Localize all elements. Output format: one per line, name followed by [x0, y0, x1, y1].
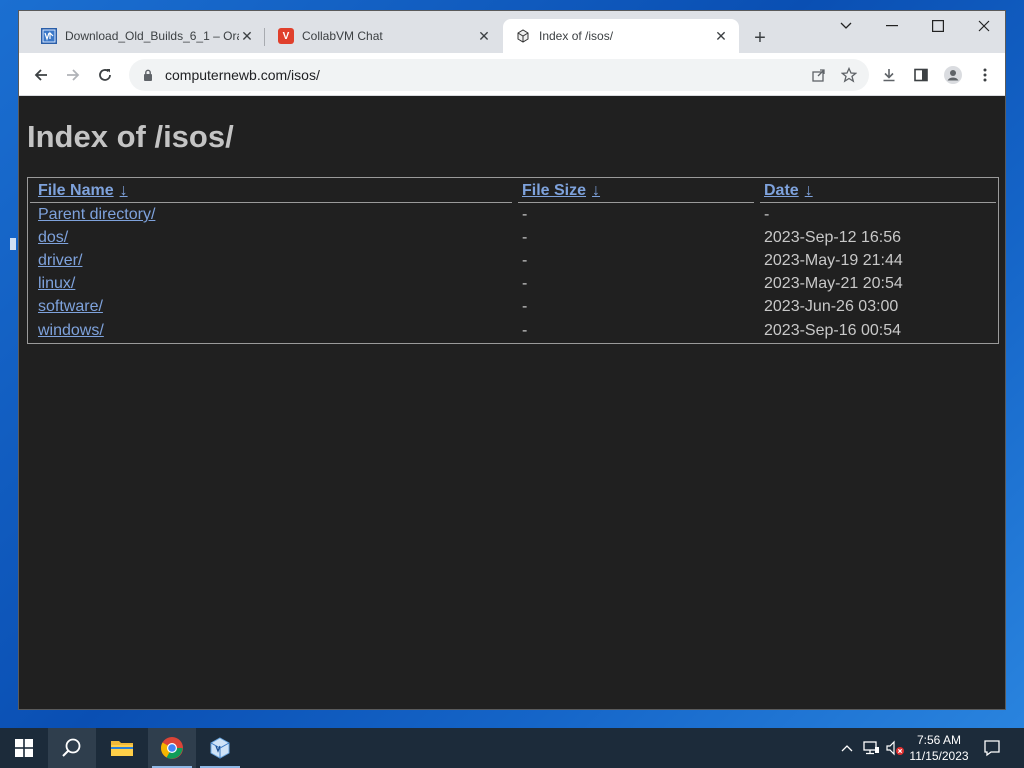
table-row: Parent directory/ - -	[28, 206, 998, 229]
lock-icon[interactable]	[141, 68, 155, 82]
tab-search-button[interactable]	[823, 11, 869, 41]
show-hidden-icons-button[interactable]	[838, 728, 856, 768]
download-icon[interactable]	[877, 63, 901, 87]
desktop-icon-peek	[10, 238, 18, 256]
browser-window: Download_Old_Builds_6_1 – Ora ✕ V Collab…	[18, 10, 1006, 710]
file-name-cell[interactable]: linux/	[38, 275, 75, 293]
profile-avatar-icon[interactable]	[941, 63, 965, 87]
file-date-cell: 2023-Sep-12 16:56	[764, 229, 901, 246]
search-icon	[62, 738, 81, 757]
file-size-cell: -	[522, 322, 528, 339]
file-size-cell: -	[522, 275, 528, 292]
close-window-button[interactable]	[961, 11, 1005, 41]
volume-muted-icon[interactable]	[884, 728, 906, 768]
minimize-button[interactable]	[869, 11, 915, 41]
virtualbox-icon	[210, 737, 230, 759]
file-link[interactable]: linux/	[38, 275, 75, 292]
virtualbox-taskbar-button[interactable]	[196, 728, 244, 768]
file-name-cell[interactable]: dos/	[38, 229, 68, 247]
bookmark-star-icon[interactable]	[839, 65, 859, 85]
file-size-cell: -	[522, 298, 528, 315]
sort-by-size-link[interactable]: File Size	[522, 182, 586, 199]
tab-title: CollabVM Chat	[302, 29, 383, 43]
browser-toolbar: computernewb.com/isos/	[19, 53, 1005, 96]
folder-icon	[111, 741, 133, 756]
page-content: Index of /isos/ File Name ↓ File Size ↓ Da…	[19, 97, 1005, 709]
forward-button[interactable]	[59, 61, 87, 89]
clock-date: 11/15/2023	[909, 749, 969, 763]
file-date-cell: -	[764, 206, 770, 223]
menu-kebab-icon[interactable]	[973, 63, 997, 87]
notifications-icon[interactable]	[980, 728, 1004, 768]
header-divider-gap	[754, 202, 760, 204]
tab-strip: Download_Old_Builds_6_1 – Ora ✕ V Collab…	[19, 11, 1005, 53]
file-link[interactable]: windows/	[38, 322, 104, 339]
file-size-cell: -	[522, 252, 528, 269]
sort-arrow-icon: ↓	[804, 182, 813, 199]
search-button[interactable]	[48, 728, 96, 768]
file-date-cell: 2023-May-19 21:44	[764, 252, 903, 269]
file-date-cell: 2023-Jun-26 03:00	[764, 298, 899, 315]
file-size-cell: -	[522, 229, 528, 246]
reload-button[interactable]	[91, 61, 119, 89]
table-row: software/ - 2023-Jun-26 03:00	[28, 298, 998, 321]
file-name-cell[interactable]: software/	[38, 298, 103, 316]
new-tab-button[interactable]: +	[747, 25, 773, 51]
clock-time: 7:56 AM	[916, 733, 962, 747]
tab-collabvm-chat[interactable]: V CollabVM Chat ✕	[266, 19, 502, 53]
column-header-file-size[interactable]: File Size ↓	[522, 182, 600, 200]
table-row: linux/ - 2023-May-21 20:54	[28, 275, 998, 298]
header-divider-gap	[512, 202, 518, 204]
file-name-cell[interactable]: windows/	[38, 322, 104, 340]
taskbar: 7:56 AM 11/15/2023	[0, 728, 1024, 768]
tab-index-of-isos[interactable]: Index of /isos/ ✕	[503, 19, 739, 53]
file-date-cell: 2023-May-21 20:54	[764, 275, 903, 292]
file-link[interactable]: Parent directory/	[38, 206, 155, 223]
file-link[interactable]: dos/	[38, 229, 68, 246]
sort-by-date-link[interactable]: Date	[764, 182, 799, 199]
server-icon	[515, 28, 531, 44]
table-row: dos/ - 2023-Sep-12 16:56	[28, 229, 998, 252]
file-link[interactable]: software/	[38, 298, 103, 315]
start-button[interactable]	[0, 728, 48, 768]
file-date-cell: 2023-Sep-16 00:54	[764, 322, 901, 339]
address-bar[interactable]: computernewb.com/isos/	[129, 59, 869, 91]
close-tab-icon[interactable]: ✕	[713, 28, 729, 44]
windows-logo-icon	[15, 739, 33, 757]
network-icon[interactable]	[860, 728, 882, 768]
chrome-taskbar-button[interactable]	[148, 728, 196, 768]
file-link[interactable]: driver/	[38, 252, 82, 269]
file-name-cell[interactable]: Parent directory/	[38, 206, 155, 224]
page-title: Index of /isos/	[27, 119, 234, 154]
sort-by-name-link[interactable]: File Name	[38, 182, 114, 199]
tab-title: Index of /isos/	[539, 29, 614, 43]
sort-arrow-icon: ↓	[592, 182, 601, 199]
side-panel-icon[interactable]	[909, 63, 933, 87]
tab-separator	[264, 28, 265, 46]
file-name-cell[interactable]: driver/	[38, 252, 82, 270]
tab-download-old-builds[interactable]: Download_Old_Builds_6_1 – Ora ✕	[29, 19, 265, 53]
file-explorer-button[interactable]	[98, 728, 146, 768]
file-size-cell: -	[522, 206, 528, 223]
table-row: driver/ - 2023-May-19 21:44	[28, 252, 998, 275]
system-clock[interactable]: 7:56 AM 11/15/2023	[904, 732, 974, 764]
close-tab-icon[interactable]: ✕	[239, 28, 255, 44]
collabvm-icon: V	[278, 28, 294, 44]
tab-title: Download_Old_Builds_6_1 – Ora	[65, 29, 239, 43]
share-icon[interactable]	[809, 65, 829, 85]
maximize-button[interactable]	[915, 11, 961, 41]
column-header-date[interactable]: Date ↓	[764, 182, 813, 200]
virtualbox-page-icon	[41, 28, 57, 44]
back-button[interactable]	[27, 61, 55, 89]
sort-arrow-icon: ↓	[119, 182, 128, 199]
column-header-file-name[interactable]: File Name ↓	[38, 182, 128, 200]
url-text[interactable]: computernewb.com/isos/	[165, 67, 320, 83]
close-tab-icon[interactable]: ✕	[476, 28, 492, 44]
file-listing-table: File Name ↓ File Size ↓ Date ↓ Parent direc…	[27, 177, 999, 344]
table-row: windows/ - 2023-Sep-16 00:54	[28, 322, 998, 345]
chrome-icon	[161, 737, 183, 759]
